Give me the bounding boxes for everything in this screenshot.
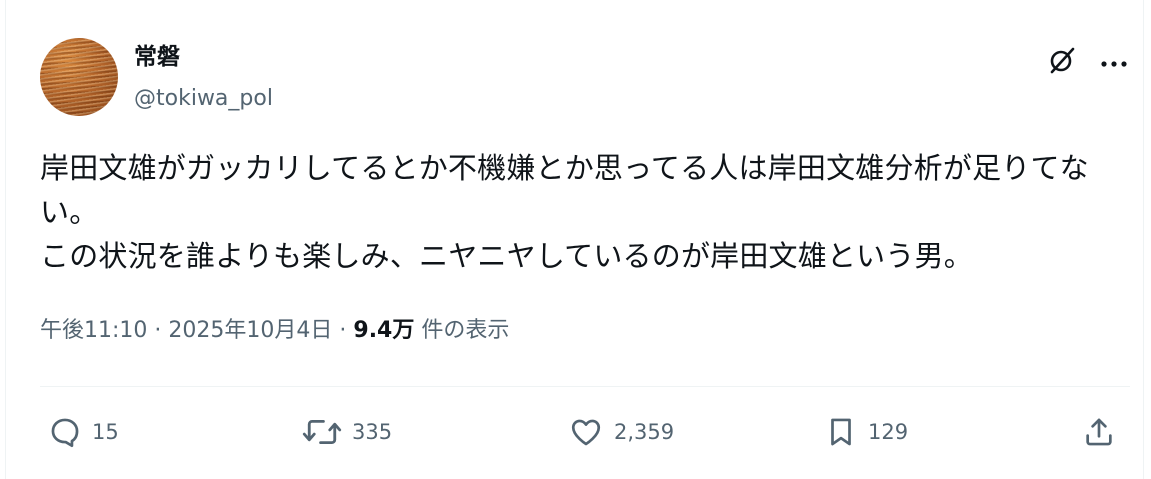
views-count: 9.4万 bbox=[353, 318, 415, 343]
grok-icon bbox=[1047, 45, 1077, 79]
grok-button[interactable] bbox=[1044, 44, 1080, 80]
heart-icon bbox=[568, 415, 604, 449]
repost-button[interactable]: 335 bbox=[302, 412, 392, 452]
views-label: 件の表示 bbox=[421, 318, 510, 343]
tweet-text: 岸田文雄がガッカリしてるとか不機嫌とか思ってる人は岸田文雄分析が足りてない。 こ… bbox=[40, 151, 1089, 273]
more-icon bbox=[1100, 53, 1128, 72]
author-handle[interactable]: @tokiwa_pol bbox=[134, 84, 273, 114]
more-button[interactable] bbox=[1096, 44, 1132, 80]
repost-count: 335 bbox=[352, 420, 393, 444]
meta-separator-2: · bbox=[339, 318, 347, 343]
tweet-card: 常磐 @tokiwa_pol 岸田文雄がガッカリしてるとか不機嫌とか思ってる人は… bbox=[5, 0, 1144, 479]
reply-icon bbox=[48, 415, 82, 449]
author-display-name[interactable]: 常磐 bbox=[134, 42, 180, 72]
share-icon bbox=[1082, 414, 1116, 450]
bookmark-icon bbox=[824, 414, 858, 450]
like-button[interactable]: 2,359 bbox=[568, 412, 674, 452]
tweet-time[interactable]: 午後11:10 bbox=[40, 318, 147, 343]
like-count: 2,359 bbox=[614, 420, 675, 444]
avatar[interactable] bbox=[40, 38, 118, 116]
tweet-date[interactable]: 2025年10月4日 bbox=[168, 318, 332, 343]
bookmark-count: 129 bbox=[868, 420, 909, 444]
repost-icon bbox=[302, 415, 342, 449]
share-button[interactable] bbox=[1082, 412, 1116, 452]
bookmark-button[interactable]: 129 bbox=[824, 412, 908, 452]
reply-count: 15 bbox=[92, 420, 119, 444]
meta-separator: · bbox=[154, 318, 162, 343]
reply-button[interactable]: 15 bbox=[48, 412, 119, 452]
tweet-meta: 午後11:10 · 2025年10月4日 · 9.4万 件の表示 bbox=[40, 316, 509, 346]
divider bbox=[40, 386, 1130, 387]
